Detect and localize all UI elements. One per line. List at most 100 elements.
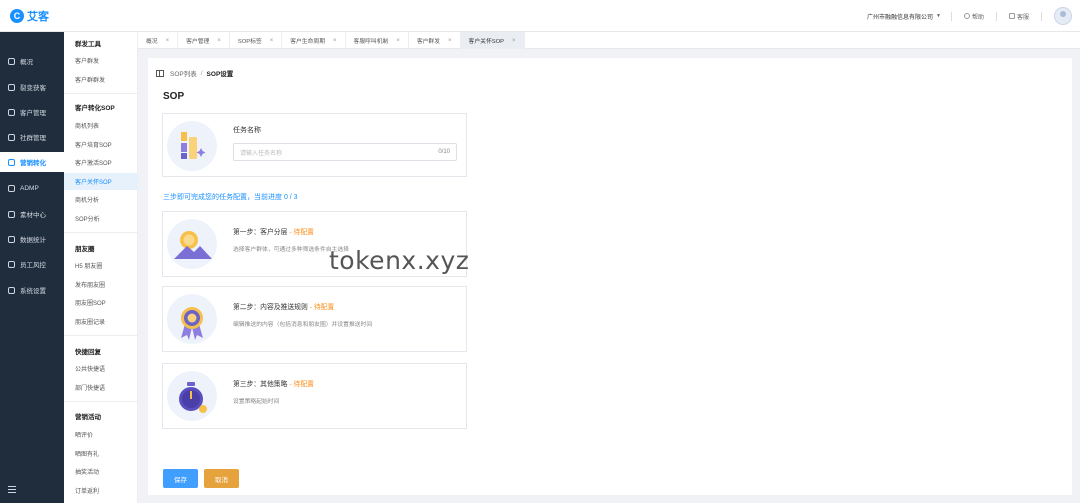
divider <box>64 232 138 233</box>
user-icon <box>8 83 15 91</box>
breadcrumb-current: SOP设置 <box>206 71 234 78</box>
gear-icon <box>8 286 15 294</box>
close-icon[interactable]: × <box>396 38 400 44</box>
service-label: 客服 <box>1016 14 1029 21</box>
submenu-item[interactable]: 客户培育SOP <box>64 136 138 153</box>
nav-item-stats[interactable]: 数据统计 <box>0 229 64 249</box>
close-icon[interactable]: × <box>270 38 274 44</box>
step-status: - 待配置 <box>289 381 314 388</box>
close-icon[interactable]: × <box>333 38 337 44</box>
menu-collapse-icon[interactable] <box>8 486 16 493</box>
watermark: tokenx.xyz <box>329 246 470 275</box>
shield-icon <box>8 260 15 268</box>
step-card-2[interactable]: 第二步：内容及推送规则 - 待配置 编辑推送的内容（包括消息和朋友圈）并设置推送时… <box>162 286 467 352</box>
submenu-item[interactable]: 晒评价 <box>64 426 138 443</box>
step-title-text: 第一步：客户分层 <box>233 229 288 236</box>
task-name-input[interactable]: 请输入任务名称 0/10 <box>233 143 457 161</box>
main-content: SOP列表 / SOP设置 SOP 任务名称 请输入任务名称 0/10 三步即可… <box>148 58 1072 495</box>
submenu-group-title: 客户转化SOP <box>75 105 115 112</box>
submenu-item[interactable]: 发布朋友圈 <box>64 276 138 293</box>
submenu-item[interactable]: 订单返利 <box>64 482 138 499</box>
submenu-item[interactable]: 客户群发 <box>64 52 138 69</box>
top-bar: C 艾客 广州市融融信息有限公司 ▼ 帮助 客服 <box>0 0 1080 32</box>
contacts-icon <box>8 108 15 116</box>
nav-item-admp[interactable]: ADMP <box>0 178 64 198</box>
tab-label: 客户群发 <box>416 39 441 45</box>
nav-label: 系统设置 <box>20 288 46 295</box>
nav-item-marketing[interactable]: 营销转化 <box>0 152 64 172</box>
submenu-group-title: 快捷回复 <box>75 349 101 356</box>
folder-icon <box>8 210 15 218</box>
cancel-button[interactable]: 取消 <box>204 469 239 488</box>
badge-icon <box>167 294 217 344</box>
tab-care-sop[interactable]: 客户关怀SOP × <box>460 32 525 49</box>
help-icon <box>963 13 970 19</box>
step-title: 第二步：内容及推送规则 - 待配置 <box>233 301 334 311</box>
stats-icon <box>8 235 15 243</box>
home-icon <box>8 57 15 65</box>
service-link[interactable]: 客服 <box>1008 12 1029 21</box>
submenu-item[interactable]: H5 朋友圈 <box>64 257 138 274</box>
submenu-item[interactable]: 客户群群发 <box>64 71 138 88</box>
main-sidebar: 概况 裂变获客 客户管理 社群管理 营销转化 ADMP 素材中心 数据统计 员工… <box>0 32 64 503</box>
tab-label: SOP标签 <box>237 39 262 45</box>
nav-item-overview[interactable]: 概况 <box>0 51 64 71</box>
save-button[interactable]: 保存 <box>163 469 198 488</box>
avatar[interactable] <box>1054 7 1072 25</box>
submenu-item[interactable]: 朋友圈记录 <box>64 313 138 330</box>
divider <box>64 401 138 402</box>
nav-item-settings[interactable]: 系统设置 <box>0 280 64 300</box>
task-illustration <box>167 121 217 171</box>
app-logo[interactable]: C 艾客 <box>10 8 49 24</box>
submenu-item[interactable]: 晒图有礼 <box>64 445 138 462</box>
help-link[interactable]: 帮助 <box>963 12 984 21</box>
company-name: 广州市融融信息有限公司 <box>867 14 934 21</box>
sub-menu: 群发工具 客户群发 客户群群发 客户转化SOP 商机列表 客户培育SOP 客户激… <box>64 32 138 503</box>
divider <box>1041 11 1042 21</box>
tab-label: 客户关怀SOP <box>468 39 504 45</box>
tab-overview[interactable]: 概况 × <box>138 32 179 49</box>
task-name-card: 任务名称 请输入任务名称 0/10 <box>162 113 467 177</box>
step-card-3[interactable]: 第三步：其他策略 - 待配置 设置策略起始时间 <box>162 363 467 429</box>
company-switcher[interactable]: 广州市融融信息有限公司 ▼ <box>867 12 941 21</box>
close-icon[interactable]: × <box>512 38 516 44</box>
step-title-text: 第二步：内容及推送规则 <box>233 304 308 311</box>
divider <box>64 93 138 94</box>
tab-mass-send[interactable]: 客户群发 × <box>409 32 461 49</box>
submenu-item-active[interactable]: 客户关怀SOP <box>64 173 138 190</box>
nav-item-customers[interactable]: 客户管理 <box>0 102 64 122</box>
tab-sop-tags[interactable]: SOP标签 × <box>230 32 283 49</box>
nav-item-fission[interactable]: 裂变获客 <box>0 77 64 97</box>
logo-icon: C <box>10 8 24 23</box>
nav-label: 营销转化 <box>20 160 46 167</box>
logo-text: 艾客 <box>27 10 49 23</box>
nav-item-groups[interactable]: 社群管理 <box>0 127 64 147</box>
submenu-item[interactable]: 朋友圈SOP <box>64 294 138 311</box>
tab-label: 客户管理 <box>186 39 210 45</box>
submenu-item[interactable]: 客户激活SOP <box>64 154 138 171</box>
nav-label: 概况 <box>20 59 33 66</box>
tab-lifecycle[interactable]: 客户生命周期 × <box>282 32 346 49</box>
chevron-down-icon: ▼ <box>936 13 941 19</box>
nav-item-materials[interactable]: 素材中心 <box>0 204 64 224</box>
breadcrumb-parent[interactable]: SOP列表 <box>170 68 197 78</box>
close-icon[interactable]: × <box>217 38 221 44</box>
step-desc: 设置策略起始时间 <box>233 399 280 405</box>
nav-label: ADMP <box>20 184 39 192</box>
page-title: SOP <box>163 91 185 102</box>
nav-item-risk[interactable]: 员工风控 <box>0 254 64 274</box>
stopwatch-icon <box>167 371 217 421</box>
submenu-item[interactable]: SOP分析 <box>64 210 138 227</box>
close-icon[interactable]: × <box>166 38 170 44</box>
submenu-item[interactable]: 部门快捷语 <box>64 379 138 396</box>
tab-customer-manage[interactable]: 客户管理 × <box>178 32 230 49</box>
service-icon <box>1008 13 1015 19</box>
submenu-item[interactable]: 抽奖活动 <box>64 463 138 480</box>
submenu-item[interactable]: 商机列表 <box>64 117 138 134</box>
nav-label: 素材中心 <box>20 212 46 219</box>
submenu-item[interactable]: 公共快捷语 <box>64 360 138 377</box>
tab-service[interactable]: 客服呼叫机制 × <box>346 32 409 49</box>
chart-icon <box>8 158 15 166</box>
submenu-item[interactable]: 商机分析 <box>64 191 138 208</box>
close-icon[interactable]: × <box>448 38 452 44</box>
